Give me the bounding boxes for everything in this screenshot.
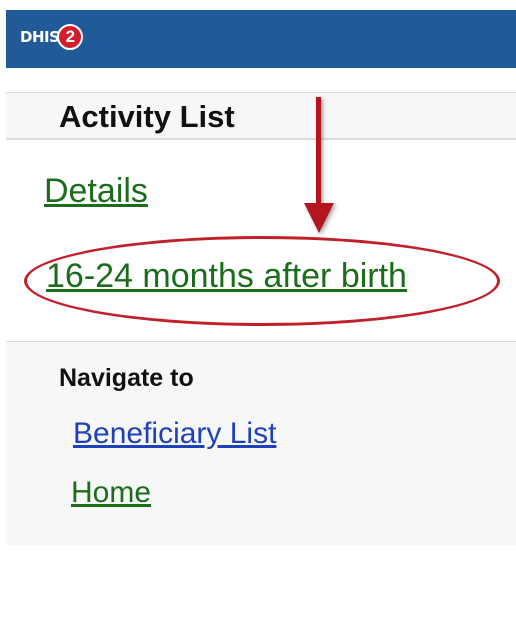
dhis2-logo[interactable]: DHIS 2 <box>20 22 84 52</box>
page: DHIS 2 Activity List Details 16-24 month… <box>0 0 516 632</box>
activity-list-header: Activity List <box>6 92 516 140</box>
annotation-arrow-shaft <box>316 97 321 205</box>
activity-16-24-months-link[interactable]: 16-24 months after birth <box>46 257 407 296</box>
logo-badge: 2 <box>57 24 84 50</box>
home-link[interactable]: Home <box>71 476 151 510</box>
details-link[interactable]: Details <box>44 172 148 211</box>
navigate-heading: Navigate to <box>59 364 194 392</box>
logo-text: DHIS <box>20 28 60 46</box>
activity-list-title: Activity List <box>59 99 235 134</box>
top-header-bar: DHIS 2 <box>6 10 516 68</box>
beneficiary-list-link[interactable]: Beneficiary List <box>73 417 276 451</box>
annotation-arrow-head <box>304 203 334 233</box>
navigate-panel: Navigate to Beneficiary List Home <box>6 341 516 545</box>
